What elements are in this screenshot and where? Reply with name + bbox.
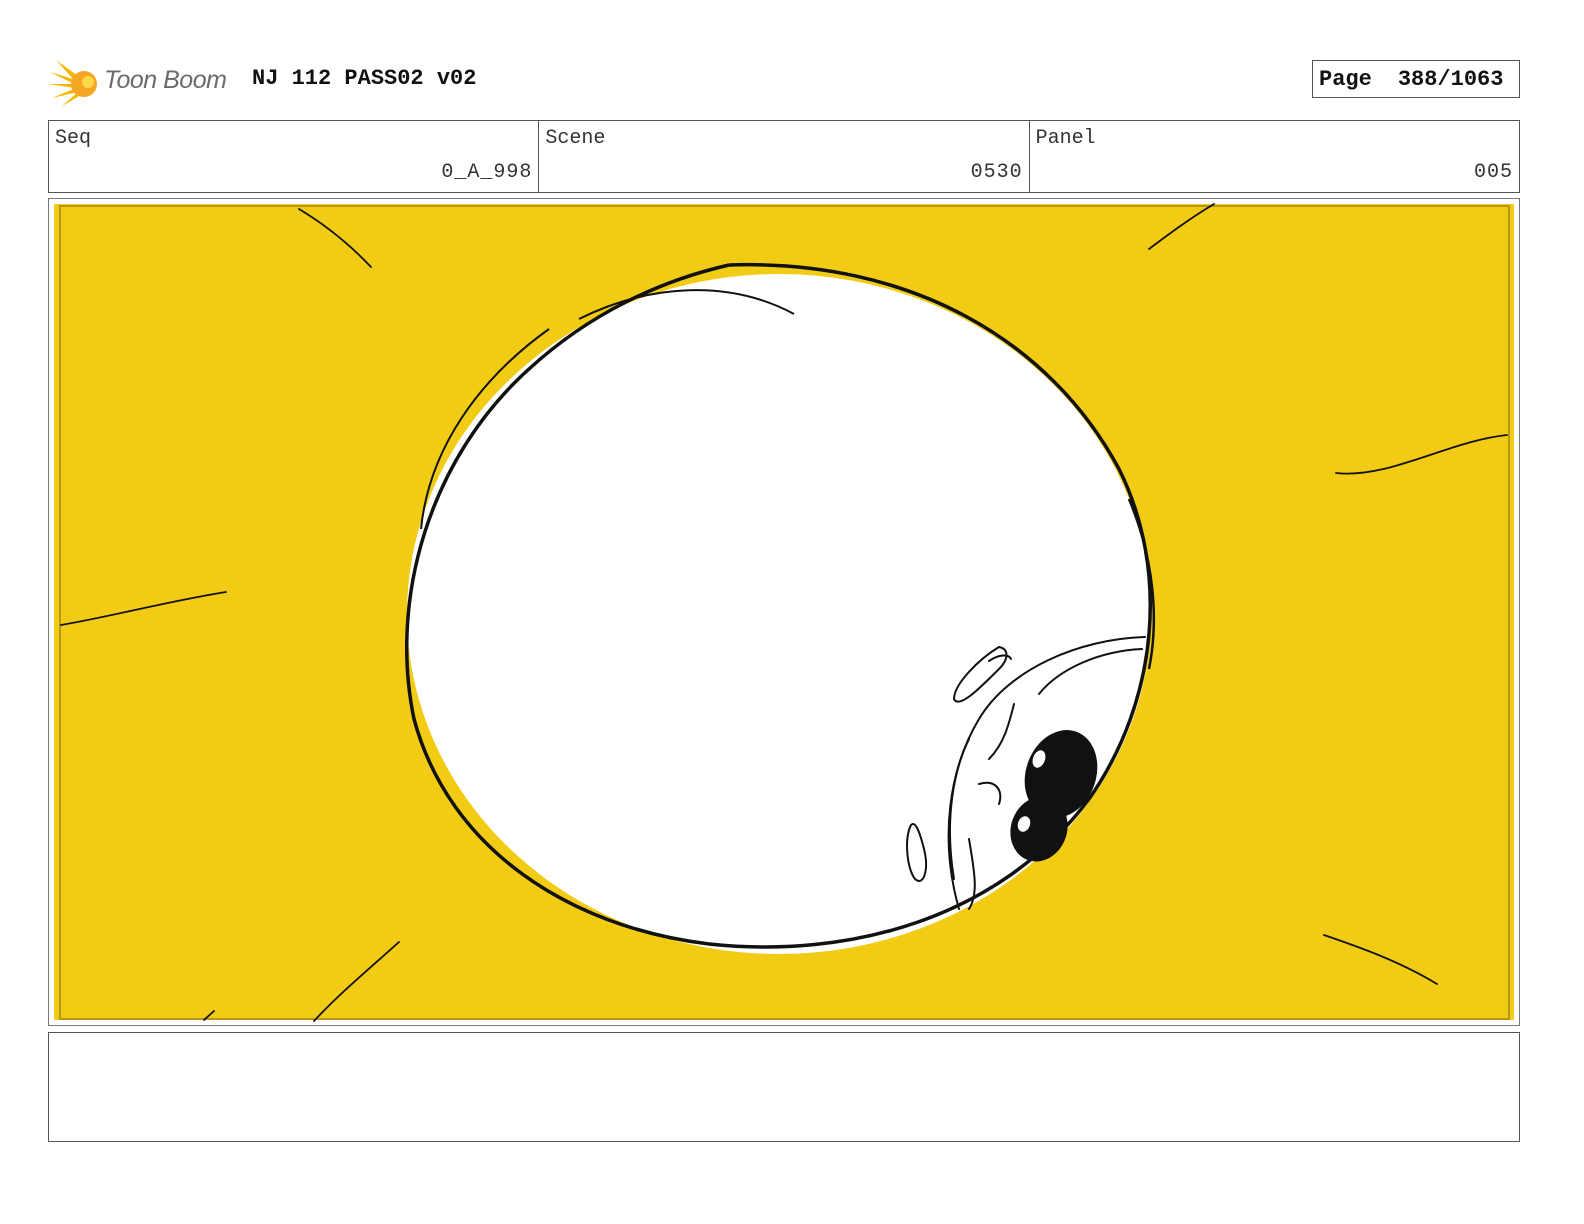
page-number: 388/1063 xyxy=(1397,66,1504,92)
logo-text: Toon Boom xyxy=(104,66,227,94)
toon-boom-logo: Toon Boom xyxy=(48,54,238,108)
panel-drawing xyxy=(54,203,1514,1022)
starburst-icon xyxy=(48,60,97,106)
scene-value: 0530 xyxy=(970,161,1023,184)
seq-value: 0_A_998 xyxy=(441,161,533,184)
storyboard-panel-image xyxy=(48,198,1520,1026)
storyboard-header: Toon Boom NJ 112 PASS02 v02 Page 388/106… xyxy=(48,50,1520,110)
scene-label: Scene xyxy=(545,127,606,150)
document-title: NJ 112 PASS02 v02 xyxy=(252,66,477,91)
panel-notes-area xyxy=(48,1032,1520,1142)
panel-label: Panel xyxy=(1035,127,1096,150)
panel-info-row: Seq 0_A_998 Scene 0530 Panel 005 xyxy=(48,120,1520,193)
panel-value: 005 xyxy=(1473,161,1513,184)
seq-label: Seq xyxy=(55,127,92,150)
seq-cell: Seq 0_A_998 xyxy=(49,121,540,192)
scene-cell: Scene 0530 xyxy=(539,121,1030,192)
panel-cell: Panel 005 xyxy=(1030,121,1519,192)
page-indicator: Page 388/1063 xyxy=(1312,60,1520,98)
page-label: Page xyxy=(1319,66,1372,92)
